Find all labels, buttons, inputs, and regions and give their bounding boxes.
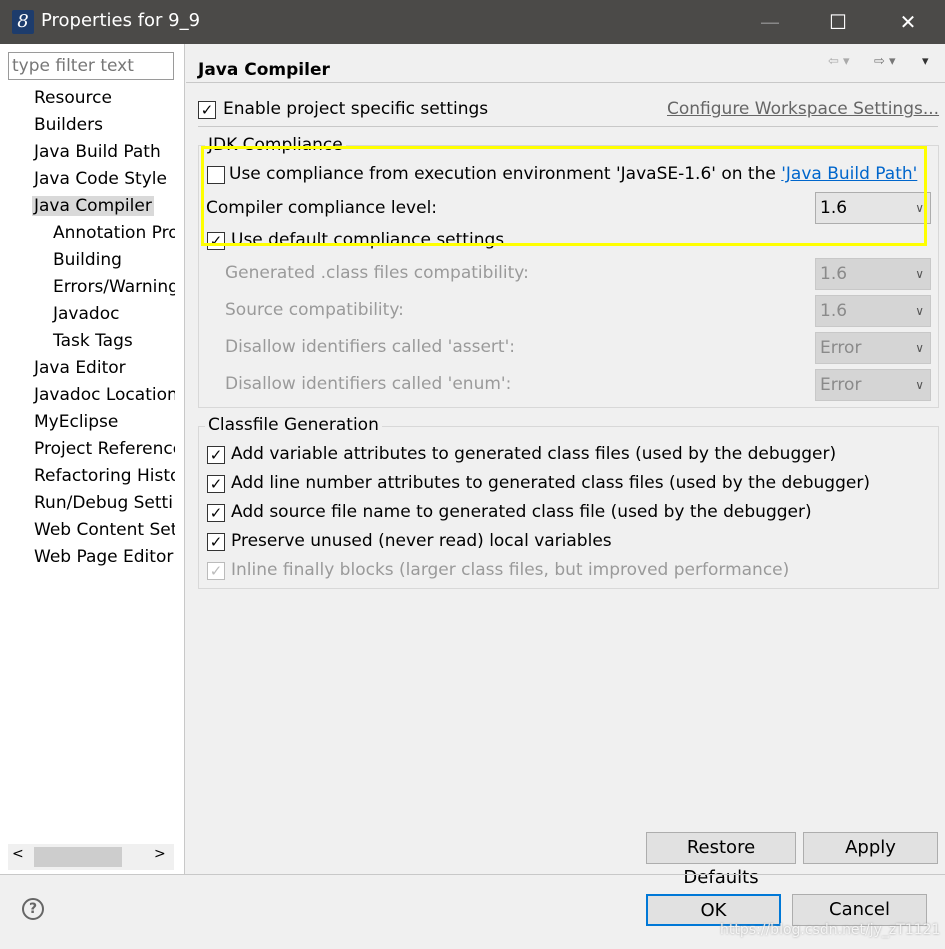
jdk-setting-value: Error [820, 338, 862, 358]
window-title: Properties for 9_9 [41, 10, 201, 31]
classfile-option-checkbox[interactable]: ✓ [207, 562, 225, 580]
tree-item[interactable]: Building [0, 247, 175, 274]
tree-item-label: Java Code Style [34, 169, 167, 189]
tree-item-label: Java Compiler [32, 196, 154, 216]
tree-item-label: Java Editor [34, 358, 126, 378]
scroll-left-icon[interactable]: < [12, 846, 24, 862]
eclipse-icon: 8 [12, 10, 34, 34]
jdk-setting-value: 1.6 [820, 301, 848, 321]
horizontal-scrollbar[interactable]: < > [8, 844, 174, 870]
jdk-setting-label: Generated .class files compatibility: [225, 263, 529, 283]
chevron-down-icon: ∨ [915, 341, 924, 355]
tree-item-label: Project Reference [34, 439, 175, 459]
back-icon[interactable]: ⇦ ▾ [828, 54, 850, 69]
tree-item[interactable]: Javadoc [0, 301, 175, 328]
tree-item[interactable]: Refactoring Histo [0, 463, 175, 490]
jdk-setting-select[interactable]: 1.6 ∨ [815, 258, 931, 290]
classfile-option-checkbox[interactable]: ✓ [207, 475, 225, 493]
tree-item-label: Task Tags [53, 331, 133, 351]
tree-item-label: Java Build Path [34, 142, 161, 162]
tree-item[interactable]: Java Build Path [0, 139, 175, 166]
tree-item[interactable]: Resource [0, 85, 175, 112]
tree-item[interactable]: Run/Debug Setti [0, 490, 175, 517]
jdk-setting-label: Disallow identifiers called 'enum': [225, 374, 512, 394]
view-menu-icon[interactable]: ▾ [922, 54, 929, 69]
minimize-button[interactable]: — [750, 6, 790, 38]
divider [0, 874, 945, 875]
tree-item[interactable]: Web Page Editor [0, 544, 175, 571]
forward-icon[interactable]: ⇨ ▾ [874, 54, 896, 69]
tree-item-label: Web Page Editor [34, 547, 174, 567]
chevron-down-icon: ∨ [915, 378, 924, 392]
tree-item-label: Errors/Warning [53, 277, 175, 297]
tree-item[interactable]: Java Editor [0, 355, 175, 382]
chevron-down-icon: ∨ [915, 267, 924, 281]
classfile-option-checkbox[interactable]: ✓ [207, 446, 225, 464]
tree-item[interactable]: Java Code Style [0, 166, 175, 193]
tree-item-label: Javadoc Location [34, 385, 175, 405]
tree-item[interactable]: Web Content Set [0, 517, 175, 544]
enable-project-settings-label: Enable project specific settings [223, 99, 489, 119]
highlight-box [201, 146, 927, 246]
classfile-heading: Classfile Generation [205, 415, 382, 435]
watermark: https://blog.csdn.net/jy_zT1121 [720, 922, 941, 938]
tree-item[interactable]: MyEclipse [0, 409, 175, 436]
help-icon[interactable]: ? [22, 898, 44, 920]
sidebar: type filter text Resource Builders Java Bu… [0, 44, 185, 874]
classfile-option-checkbox[interactable]: ✓ [207, 504, 225, 522]
chevron-down-icon: ∨ [915, 304, 924, 318]
tree-item[interactable]: Task Tags [0, 328, 175, 355]
tree-item-label: Building [53, 250, 122, 270]
scroll-right-icon[interactable]: > [154, 846, 166, 862]
close-button[interactable]: ✕ [888, 6, 928, 38]
jdk-setting-label: Source compatibility: [225, 300, 404, 320]
enable-project-settings-checkbox[interactable]: ✓ [198, 101, 216, 119]
jdk-setting-label: Disallow identifiers called 'assert': [225, 337, 515, 357]
jdk-setting-select[interactable]: Error ∨ [815, 369, 931, 401]
classfile-option-label: Preserve unused (never read) local varia… [231, 531, 612, 551]
divider [198, 126, 938, 127]
jdk-setting-value: 1.6 [820, 264, 848, 284]
tree-item[interactable]: Annotation Pro [0, 220, 175, 247]
tree-item[interactable]: Java Compiler [0, 193, 175, 220]
classfile-option-checkbox[interactable]: ✓ [207, 533, 225, 551]
tree-item-label: MyEclipse [34, 412, 119, 432]
scrollbar-thumb[interactable] [34, 847, 122, 867]
jdk-setting-value: Error [820, 375, 862, 395]
tree-item-label: Refactoring Histo [34, 466, 175, 486]
maximize-button[interactable]: ☐ [818, 6, 858, 38]
configure-workspace-link[interactable]: Configure Workspace Settings... [667, 99, 939, 119]
tree-item[interactable]: Builders [0, 112, 175, 139]
jdk-setting-select[interactable]: 1.6 ∨ [815, 295, 931, 327]
classfile-option-label: Inline finally blocks (larger class file… [231, 560, 790, 580]
tree-item[interactable]: Errors/Warning [0, 274, 175, 301]
tree-item[interactable]: Javadoc Location [0, 382, 175, 409]
tree-item-label: Resource [34, 88, 112, 108]
restore-defaults-button[interactable]: Restore Defaults [646, 832, 796, 888]
classfile-option-label: Add variable attributes to generated cla… [231, 444, 837, 464]
filter-input[interactable]: type filter text [8, 52, 174, 80]
tree-item-label: Run/Debug Setti [34, 493, 173, 513]
tree-item-label: Builders [34, 115, 103, 135]
tree-item[interactable]: Project Reference [0, 436, 175, 463]
apply-button[interactable]: Apply [803, 832, 938, 864]
divider [186, 82, 945, 83]
tree-item-label: Annotation Pro [53, 223, 175, 243]
classfile-option-label: Add line number attributes to generated … [231, 473, 870, 493]
tree-item-label: Web Content Set [34, 520, 175, 540]
classfile-option-label: Add source file name to generated class … [231, 502, 812, 522]
tree-item-label: Javadoc [53, 304, 120, 324]
page-title: Java Compiler [198, 60, 330, 80]
jdk-setting-select[interactable]: Error ∨ [815, 332, 931, 364]
title-bar: 8 Properties for 9_9 — ☐ ✕ [0, 0, 945, 44]
